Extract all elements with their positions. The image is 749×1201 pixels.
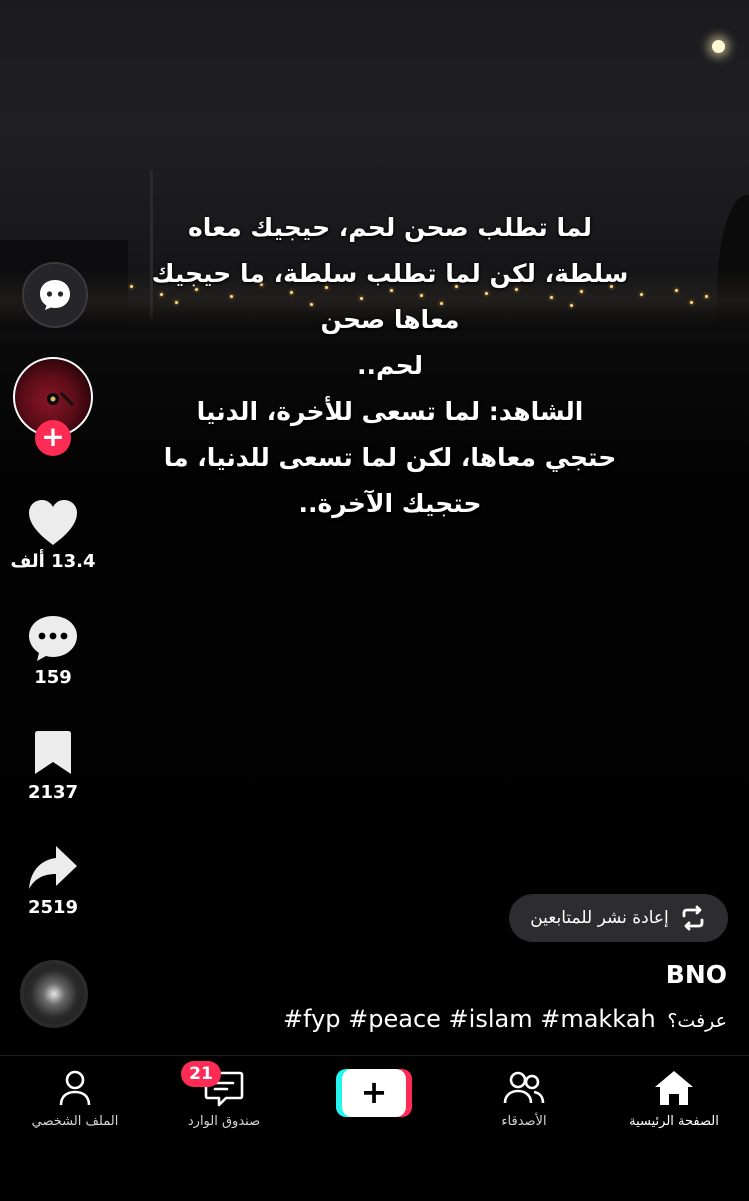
share-button[interactable]: 2519 <box>0 843 106 918</box>
home-icon <box>655 1071 693 1105</box>
repost-to-followers-button[interactable]: إعادة نشر للمتابعين <box>509 894 728 942</box>
inbox-notification-badge: 21 <box>181 1061 221 1087</box>
nav-profile[interactable]: الملف الشخصي <box>0 1068 150 1129</box>
caption-line: معاها صحن <box>320 305 460 334</box>
caption-line: حتجي معاها، لكن لما تسعى للدنيا، ما <box>163 443 617 472</box>
profile-icon <box>59 1070 91 1106</box>
nav-friends[interactable]: الأصدقاء <box>449 1068 599 1129</box>
post-description[interactable]: عرفت؟ #fyp #peace #islam #makkah <box>283 1005 727 1033</box>
like-button[interactable]: 13.4 ألف <box>0 497 106 572</box>
nav-friends-label: الأصدقاء <box>501 1114 547 1129</box>
share-count: 2519 <box>27 897 79 918</box>
nav-inbox-label: صندوق الوارد <box>187 1114 261 1129</box>
friends-icon <box>503 1071 545 1104</box>
follow-button[interactable]: + <box>35 420 71 456</box>
chat-bubble-face-icon <box>40 280 70 310</box>
bookmark-button[interactable]: 2137 <box>0 728 106 803</box>
comment-button[interactable]: 159 <box>0 613 106 688</box>
caption-line: سلطة، لكن لما تطلب سلطة، ما حيجيك <box>151 259 629 288</box>
comment-count: 159 <box>34 667 72 688</box>
nav-home-label: الصفحة الرئيسية <box>629 1114 719 1129</box>
repost-label: إعادة نشر للمتابعين <box>530 908 669 928</box>
music-disc[interactable] <box>20 960 88 1028</box>
caption-line: لحم.. <box>356 351 423 380</box>
nav-home[interactable]: الصفحة الرئيسية <box>599 1068 749 1129</box>
author-username[interactable]: BNO <box>666 960 727 989</box>
moon <box>712 40 725 53</box>
caption-line: لما تطلب صحن لحم، حيجيك معاه <box>187 213 593 242</box>
chat-button[interactable] <box>22 262 88 328</box>
comment-icon <box>29 616 77 661</box>
create-button[interactable]: + <box>336 1069 412 1117</box>
plus-icon: + <box>342 1069 406 1117</box>
caption-line: حتجيك الآخرة.. <box>298 489 482 518</box>
bookmark-icon <box>35 731 71 774</box>
hashtags[interactable]: #fyp #peace #islam #makkah <box>283 1005 656 1033</box>
bottom-navigation: الصفحة الرئيسية الأصدقاء + صندوق الوارد … <box>0 1055 749 1201</box>
bookmark-count: 2137 <box>27 782 79 803</box>
nav-profile-label: الملف الشخصي <box>31 1114 119 1129</box>
repost-icon <box>682 905 704 931</box>
caption-line: الشاهد: لما تسعى للأخرة، الدنيا <box>196 397 584 426</box>
video-caption-text: لما تطلب صحن لحم، حيجيك معاه سلطة، لكن ل… <box>150 205 630 527</box>
description-text: عرفت؟ <box>667 1010 727 1032</box>
share-arrow-icon <box>29 846 77 889</box>
nav-inbox[interactable]: صندوق الوارد <box>149 1068 299 1129</box>
like-count: 13.4 ألف <box>10 551 96 572</box>
heart-icon <box>29 500 77 545</box>
